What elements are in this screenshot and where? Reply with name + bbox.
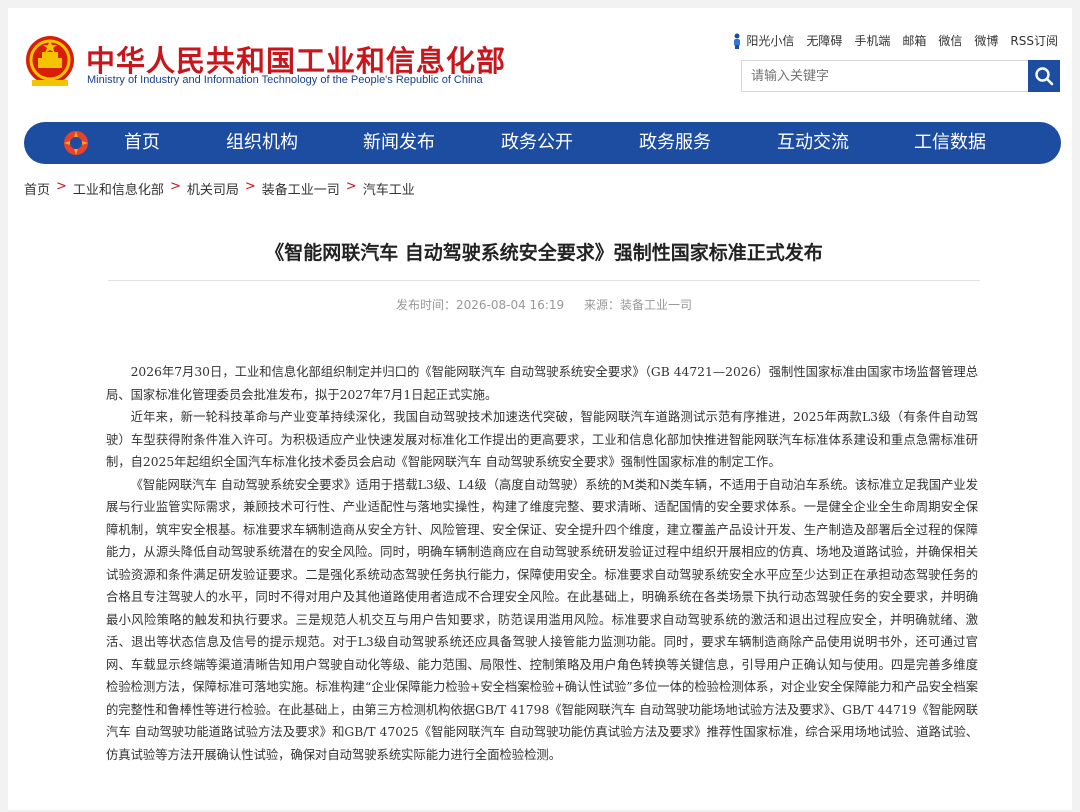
breadcrumb-item-home[interactable]: 首页 (24, 179, 50, 198)
article-paragraph: 2026年7月30日，工业和信息化部组织制定并归口的《智能网联汽车 自动驾驶系统… (106, 365, 978, 402)
nav-item-government-services[interactable]: 政务服务 (639, 122, 711, 164)
nav-item-data[interactable]: 工信数据 (914, 122, 986, 164)
toplink-mobile[interactable]: 手机端 (854, 32, 890, 49)
toplink-weibo[interactable]: 微博 (974, 32, 998, 49)
breadcrumb-separator: > (169, 179, 181, 194)
toplink-sunshine[interactable]: 阳光小信 (746, 32, 794, 49)
breadcrumb-separator: > (244, 179, 256, 194)
article-meta: 发布时间：2026-08-04 16:19 来源：装备工业一司 (108, 296, 980, 313)
miit-logo-icon (64, 131, 88, 155)
breadcrumb-separator: > (345, 179, 357, 194)
breadcrumb-separator: > (56, 179, 67, 194)
title-divider (108, 280, 980, 281)
article-source: 来源：装备工业一司 (583, 298, 692, 312)
search-icon (1035, 67, 1054, 86)
search-input[interactable] (741, 60, 1029, 92)
toplink-mail[interactable]: 邮箱 (902, 32, 926, 49)
article-paragraph: 近年来，新一轮科技革命与产业变革持续深化，我国自动驾驶技术加速迭代突破，智能网联… (106, 410, 978, 469)
brand-name-en: Ministry of Industry and Information Tec… (87, 74, 483, 86)
person-icon (732, 33, 742, 49)
breadcrumb-item-ministry[interactable]: 工业和信息化部 (73, 179, 164, 198)
article-body: 2026年7月30日，工业和信息化部组织制定并归口的《智能网联汽车 自动驾驶系统… (106, 361, 978, 766)
nav-item-government-affairs[interactable]: 政务公开 (501, 122, 573, 164)
breadcrumb-item-departments[interactable]: 机关司局 (187, 179, 239, 198)
toplink-wechat[interactable]: 微信 (938, 32, 962, 49)
site-header: 中华人民共和国工业和信息化部 Ministry of Industry and … (8, 8, 1072, 118)
nav-item-home[interactable]: 首页 (124, 122, 160, 164)
breadcrumb-item-equipment-dept[interactable]: 装备工业一司 (262, 179, 340, 198)
article-paragraph: 《智能网联汽车 自动驾驶系统安全要求》适用于搭载L3级、L4级（高度自动驾驶）系… (106, 477, 978, 762)
publish-time: 发布时间：2026-08-04 16:19 (396, 298, 565, 312)
search-button[interactable] (1028, 60, 1060, 92)
top-links: 阳光小信 无障碍 手机端 邮箱 微信 微博 RSS订阅 (732, 32, 1058, 49)
nav-item-interaction[interactable]: 互动交流 (777, 122, 849, 164)
breadcrumb-item-auto-industry[interactable]: 汽车工业 (363, 179, 415, 198)
breadcrumb: 首页 > 工业和信息化部 > 机关司局 > 装备工业一司 > 汽车工业 (24, 179, 415, 198)
article-title: 《智能网联汽车 自动驾驶系统安全要求》强制性国家标准正式发布 (265, 242, 823, 264)
toplink-rss[interactable]: RSS订阅 (1010, 32, 1058, 49)
nav-item-news[interactable]: 新闻发布 (363, 122, 435, 164)
toplink-accessibility[interactable]: 无障碍 (806, 32, 842, 49)
main-nav: 首页 组织机构 新闻发布 政务公开 政务服务 互动交流 工信数据 (24, 122, 1061, 164)
nav-item-organization[interactable]: 组织机构 (226, 122, 298, 164)
national-emblem-icon (26, 36, 74, 86)
page: 中华人民共和国工业和信息化部 Ministry of Industry and … (8, 8, 1072, 810)
